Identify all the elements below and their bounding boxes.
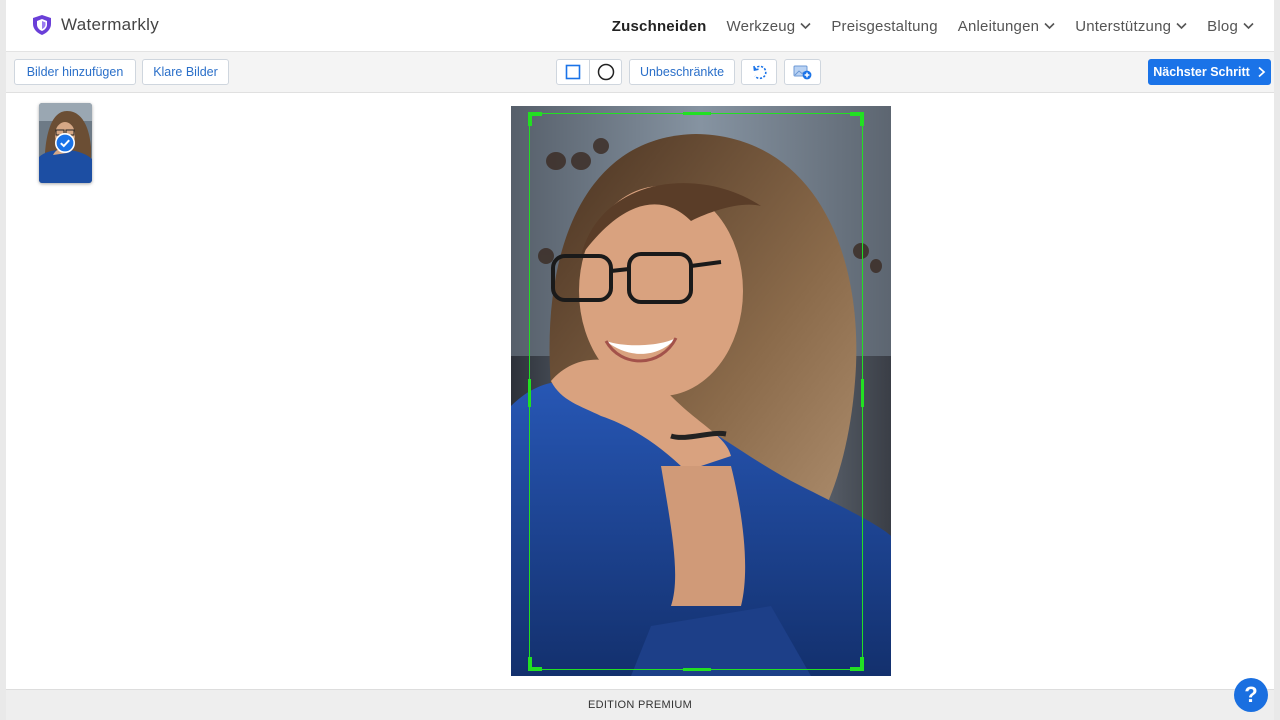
nav-item-crop[interactable]: Zuschneiden [612,18,707,35]
main-menu: Zuschneiden Werkzeug Preisgestaltung Anl… [592,0,1254,52]
crop-handle-bottom-right-vertical[interactable] [860,657,864,671]
shape-square-button[interactable] [557,60,589,84]
crop-handle-right[interactable] [861,379,864,407]
crop-shape-selector [556,59,622,85]
toolbar: Bilder hinzufügen Klare Bilder Unbeschrä… [6,52,1274,93]
nav-item-pricing-label: Preisgestaltung [831,17,938,35]
top-navigation: Watermarkly Zuschneiden Werkzeug Preisge… [6,0,1274,52]
shield-logo-icon [33,15,51,35]
crop-handle-bottom[interactable] [683,668,711,671]
chevron-down-icon [1044,22,1055,30]
brand[interactable]: Watermarkly [32,14,159,36]
crop-frame[interactable] [528,112,864,671]
footer-bar: EDITION PREMIUM [6,689,1274,720]
add-image-button[interactable] [784,59,821,85]
nav-item-crop-label: Zuschneiden [611,17,707,35]
chevron-right-icon [1258,66,1266,78]
nav-item-support-label: Unterstützung [1075,17,1172,35]
chevron-down-icon [800,22,811,30]
clear-images-button[interactable]: Klare Bilder [142,59,229,85]
crop-handle-left[interactable] [528,379,531,407]
aspect-ratio-button[interactable]: Unbeschränkte [629,59,735,85]
square-icon [565,64,581,80]
selected-check-icon [55,133,75,153]
crop-handle-top-right-vertical[interactable] [860,112,864,126]
image-thumbnail[interactable] [39,103,92,183]
nav-item-guides[interactable]: Anleitungen [958,18,1055,35]
next-step-label: Nächster Schritt [1153,65,1250,79]
nav-item-support[interactable]: Unterstützung [1075,18,1187,35]
nav-item-pricing[interactable]: Preisgestaltung [831,18,937,35]
help-icon: ? [1244,682,1258,707]
crop-handle-top[interactable] [683,112,711,115]
shape-circle-button[interactable] [589,60,621,84]
help-button[interactable]: ? [1234,678,1268,712]
app-window: Watermarkly Zuschneiden Werkzeug Preisge… [6,0,1274,720]
nav-item-guides-label: Anleitungen [957,17,1040,35]
next-step-button[interactable]: Nächster Schritt [1148,59,1271,85]
nav-item-blog[interactable]: Blog [1207,18,1254,35]
chevron-down-icon [1176,22,1187,30]
brand-name: Watermarkly [61,15,160,34]
nav-item-blog-label: Blog [1207,17,1238,35]
nav-item-tool-label: Werkzeug [726,17,796,35]
nav-item-tool[interactable]: Werkzeug [726,18,811,35]
circle-icon [597,63,614,81]
add-images-button[interactable]: Bilder hinzufügen [14,59,136,85]
crop-handle-top-left-vertical[interactable] [528,112,532,126]
crop-handle-bottom-left-vertical[interactable] [528,657,532,671]
chevron-down-icon [1243,22,1254,30]
rotate-icon [753,65,767,80]
rotate-button[interactable] [741,59,777,85]
image-add-icon [793,65,811,80]
edition-label: EDITION PREMIUM [587,699,693,711]
